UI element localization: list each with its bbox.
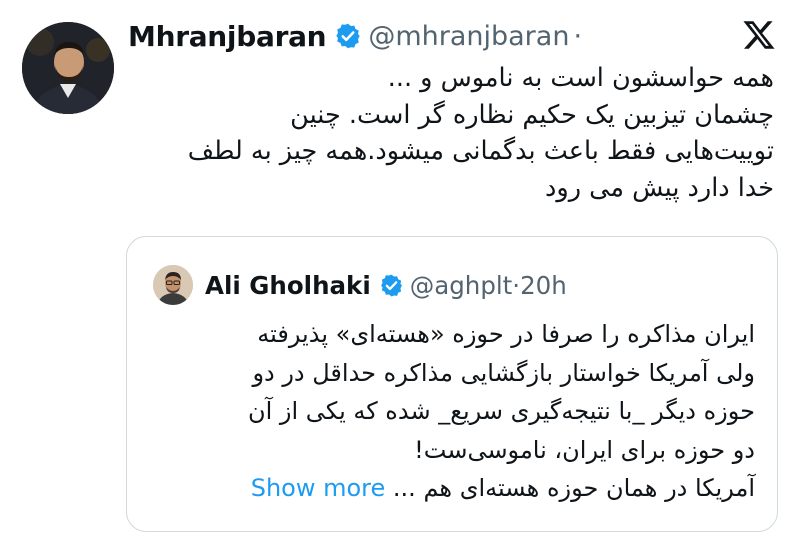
quoted-author-handle[interactable]: @aghplt [410,271,513,300]
author-name[interactable]: Mhranjbaran [128,20,327,53]
quoted-tweet-time[interactable]: 20h [520,271,567,300]
author-avatar[interactable] [22,22,114,114]
verified-badge-icon [379,273,404,298]
x-logo-icon[interactable] [742,18,776,52]
separator-dot: · [573,20,583,52]
author-handle[interactable]: @mhranjbaran [368,21,569,52]
show-more-link[interactable]: Show more [251,474,386,502]
quoted-text-line: حوزه دیگر _با نتیجه‌گیری سریع_ شده که یک… [248,397,755,425]
quoted-text-line: ایران مذاکره را صرفا در حوزه «هسته‌ای» پ… [257,320,755,348]
quoted-text-line: آمریکا در همان حوزه هسته‌ای هم ... [392,474,755,502]
tweet-text-line: همه حواسشون است به ناموس و ... [387,63,774,93]
tweet-text-line: چشمان تیزبین یک حکیم نظاره گر است. چنین [290,99,774,130]
quoted-author-name[interactable]: Ali Gholhaki [205,271,371,300]
tweet-header: Mhranjbaran @mhranjbaran · [128,14,582,58]
quoted-author-avatar-image [153,265,193,305]
tweet-text: همه حواسشون است به ناموس و ... چشمان تیز… [110,60,774,206]
quoted-text-line: ولی آمریکا خواستار بازگشایی مذاکره حداقل… [252,358,755,387]
verified-badge-icon [334,22,362,50]
quoted-text-last-line: آمریکا در همان حوزه هسته‌ای هم ... Show … [147,469,755,508]
quoted-tweet-header: Ali Gholhaki @aghplt · 20h [205,263,567,307]
quoted-author-avatar[interactable] [153,265,193,305]
separator-dot: · [512,270,521,300]
quoted-tweet-card[interactable]: Ali Gholhaki @aghplt · 20h ایران مذاکره … [126,236,778,532]
tweet-text-line: توییت‌هایی فقط باعث بدگمانی میشود.همه چی… [187,136,774,166]
tweet-text-line: خدا دارد پیش می رود [545,172,774,203]
quoted-text-line: دو حوزه برای ایران، ناموسی‌ست! [414,435,755,464]
quoted-tweet-text: ایران مذاکره را صرفا در حوزه «هسته‌ای» پ… [147,315,755,508]
author-avatar-image [22,22,114,114]
